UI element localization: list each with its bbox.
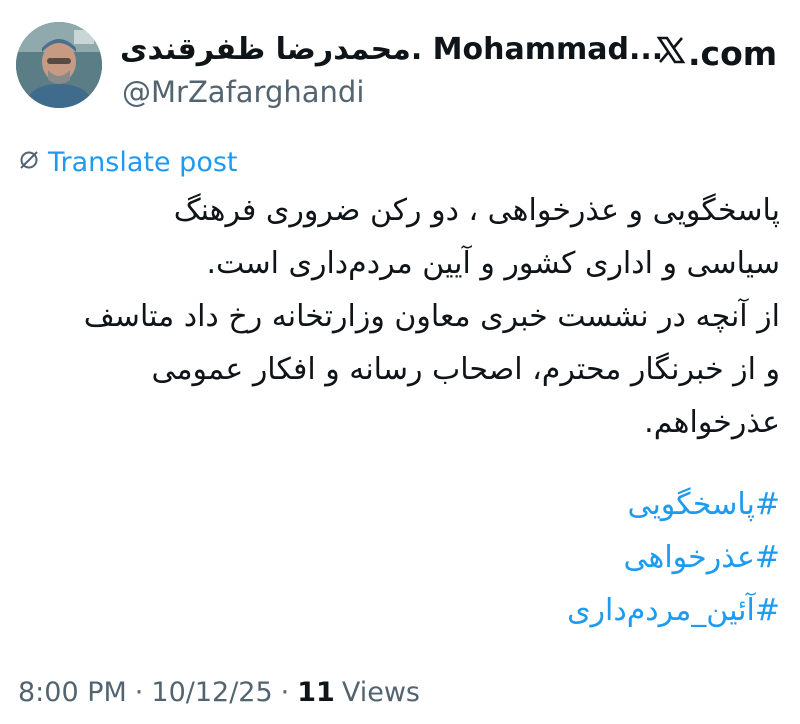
source-domain: .com — [688, 33, 778, 73]
hashtag-link[interactable]: #پاسخگویی — [567, 478, 780, 531]
source-label: .com — [656, 30, 777, 76]
globe-icon — [18, 147, 40, 178]
display-name[interactable]: محمدرضا ظفرقندی. Mohammad... — [120, 30, 663, 70]
post-line: از آنچه در نشست خبری معاون وزارتخانه رخ … — [83, 299, 780, 334]
avatar[interactable] — [16, 22, 102, 108]
post-line: سیاسی و اداری کشور و آیین مردم‌داری است. — [206, 246, 781, 281]
user-handle[interactable]: @MrZafarghandi — [122, 74, 364, 110]
post-meta: 8:00 PM · 10/12/25 · 11 Views — [18, 672, 420, 712]
translate-post-link[interactable]: Translate post — [18, 144, 238, 180]
hashtag-link[interactable]: #آئین_مردم‌داری — [567, 584, 780, 637]
profile-photo — [16, 22, 102, 108]
post-line: و از خبرنگار محترم، اصحاب رسانه و افکار … — [151, 352, 780, 387]
meta-separator: · — [134, 676, 144, 708]
post-date[interactable]: 10/12/25 — [151, 677, 272, 708]
meta-separator: · — [280, 676, 290, 708]
views-label[interactable]: Views — [342, 677, 420, 708]
post-text: پاسخگویی و عذرخواهی ، دو رکن ضروری فرهنگ… — [20, 184, 780, 449]
post-line: پاسخگویی و عذرخواهی ، دو رکن ضروری فرهنگ — [173, 193, 780, 228]
post-time[interactable]: 8:00 PM — [18, 677, 127, 708]
x-logo-icon — [656, 34, 686, 73]
views-count[interactable]: 11 — [297, 677, 335, 708]
hashtag-list: #پاسخگویی #عذرخواهی #آئین_مردم‌داری — [567, 478, 780, 637]
post-line: عذرخواهم. — [644, 405, 780, 440]
translate-post-label: Translate post — [48, 146, 238, 178]
hashtag-link[interactable]: #عذرخواهی — [567, 531, 780, 584]
